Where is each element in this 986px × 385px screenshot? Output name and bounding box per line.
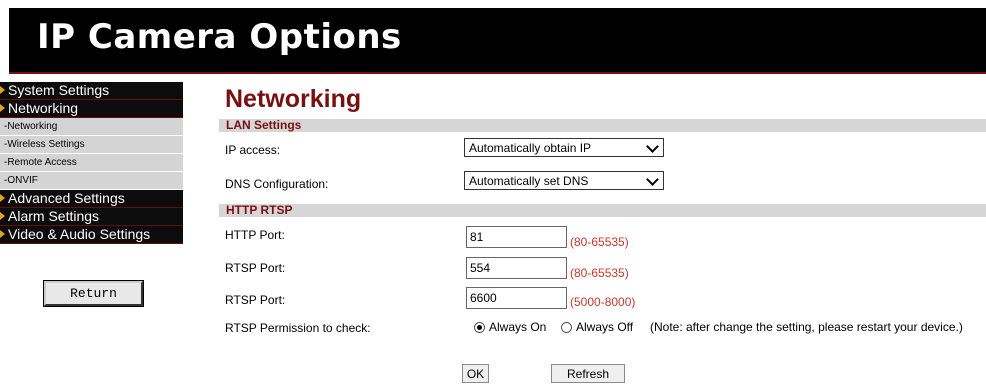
sidebar-menu-video-audio-settings[interactable]: Video & Audio Settings bbox=[0, 226, 183, 244]
sidebar-item-onvif[interactable]: -ONVIF bbox=[0, 172, 183, 190]
sidebar-menu-label: Alarm Settings bbox=[8, 208, 100, 224]
arrow-right-icon bbox=[0, 230, 5, 238]
sidebar: System Settings Networking -Networking -… bbox=[0, 82, 183, 244]
sidebar-item-remote-access[interactable]: -Remote Access bbox=[0, 154, 183, 172]
app-header: IP Camera Options bbox=[9, 8, 986, 74]
dns-config-label: DNS Configuration: bbox=[225, 177, 329, 191]
sidebar-menu-label: Advanced Settings bbox=[8, 190, 125, 206]
rtsp-port-label: RTSP Port: bbox=[225, 261, 286, 275]
always-off-label: Always Off bbox=[576, 320, 634, 334]
ok-button[interactable]: OK bbox=[462, 364, 489, 383]
always-off-radio[interactable] bbox=[561, 322, 572, 333]
arrow-right-icon bbox=[0, 194, 5, 202]
rtsp-port-range: (80-65535) bbox=[570, 266, 629, 280]
return-button[interactable]: Return bbox=[43, 280, 144, 307]
sidebar-item-wireless-settings[interactable]: -Wireless Settings bbox=[0, 136, 183, 154]
arrow-right-icon bbox=[0, 86, 5, 94]
rtsp-port2-range: (5000-8000) bbox=[570, 295, 636, 309]
app-title: IP Camera Options bbox=[37, 17, 402, 57]
sidebar-item-networking[interactable]: -Networking bbox=[0, 118, 183, 136]
dns-config-select[interactable]: Automatically set DNS bbox=[464, 171, 664, 190]
http-port-label: HTTP Port: bbox=[225, 228, 285, 242]
rtsp-permission-label: RTSP Permission to check: bbox=[225, 321, 371, 335]
sidebar-menu-alarm-settings[interactable]: Alarm Settings bbox=[0, 208, 183, 226]
sidebar-menu-label: Video & Audio Settings bbox=[8, 226, 151, 242]
chevron-down-icon bbox=[646, 173, 659, 186]
refresh-button[interactable]: Refresh bbox=[551, 364, 625, 383]
http-port-range: (80-65535) bbox=[570, 235, 629, 249]
ip-access-label: IP access: bbox=[225, 143, 281, 157]
restart-note: (Note: after change the setting, please … bbox=[650, 320, 963, 334]
rtsp-port2-input[interactable]: 6600 bbox=[466, 287, 567, 309]
ip-access-value: Automatically obtain IP bbox=[469, 141, 592, 155]
section-lan-settings: LAN Settings bbox=[219, 119, 986, 132]
sidebar-menu-networking[interactable]: Networking bbox=[0, 100, 183, 118]
page-title: Networking bbox=[225, 85, 362, 113]
arrow-right-icon bbox=[0, 104, 5, 112]
arrow-right-icon bbox=[0, 212, 5, 220]
rtsp-port2-label: RTSP Port: bbox=[225, 293, 286, 307]
dns-config-value: Automatically set DNS bbox=[469, 174, 589, 188]
sidebar-menu-system-settings[interactable]: System Settings bbox=[0, 82, 183, 100]
rtsp-port-input[interactable]: 554 bbox=[466, 257, 567, 279]
chevron-down-icon bbox=[646, 140, 659, 153]
always-on-radio[interactable] bbox=[474, 322, 485, 333]
sidebar-menu-label: System Settings bbox=[8, 82, 110, 98]
sidebar-menu-label: Networking bbox=[8, 100, 79, 116]
section-http-rtsp: HTTP RTSP bbox=[219, 204, 986, 217]
always-on-label: Always On bbox=[489, 320, 547, 334]
ip-access-select[interactable]: Automatically obtain IP bbox=[464, 138, 664, 157]
sidebar-menu-advanced-settings[interactable]: Advanced Settings bbox=[0, 190, 183, 208]
http-port-input[interactable]: 81 bbox=[466, 226, 567, 248]
